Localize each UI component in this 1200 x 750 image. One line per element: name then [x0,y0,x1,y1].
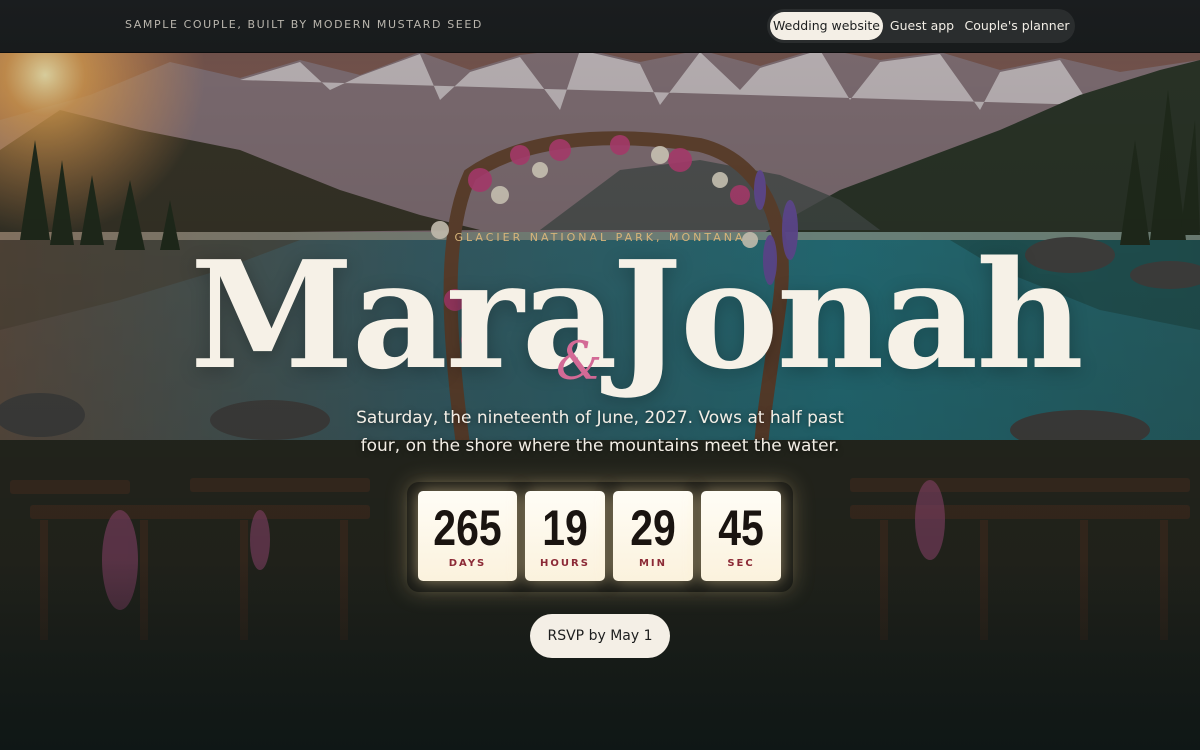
countdown-hours-label: HOURS [540,558,590,569]
site-switcher: Wedding website Guest app Couple's plann… [767,9,1075,43]
ampersand: & [556,332,603,392]
couple-names: Mara & Jonah [0,240,1200,390]
countdown-minutes: 29 MIN [613,491,693,581]
countdown-days-value: 265 [433,500,502,556]
wedding-date-tagline: Saturday, the nineteenth of June, 2027. … [356,408,844,456]
partner-one-name: Mara [190,228,618,402]
countdown-hours: 19 HOURS [525,491,605,581]
countdown-seconds-label: SEC [727,558,755,569]
countdown-minutes-value: 29 [630,500,676,556]
countdown-timer: 265 DAYS 19 HOURS 29 MIN 45 SEC [407,482,793,592]
tab-wedding-website[interactable]: Wedding website [770,12,883,40]
countdown-hours-value: 19 [542,500,588,556]
countdown-days-label: DAYS [448,558,487,569]
partner-two-name: Jonah [612,228,1084,402]
tab-couples-planner[interactable]: Couple's planner [963,12,1071,40]
tab-guest-app[interactable]: Guest app [885,12,959,40]
countdown-seconds: 45 SEC [701,491,781,581]
countdown-minutes-label: MIN [638,558,668,569]
countdown-days: 265 DAYS [418,491,517,581]
rsvp-button[interactable]: RSVP by May 1 [530,614,670,658]
brand-caption: SAMPLE COUPLE, BUILT BY MODERN MUSTARD S… [125,18,483,31]
top-navigation-bar: SAMPLE COUPLE, BUILT BY MODERN MUSTARD S… [0,0,1200,53]
countdown-seconds-value: 45 [718,500,764,556]
